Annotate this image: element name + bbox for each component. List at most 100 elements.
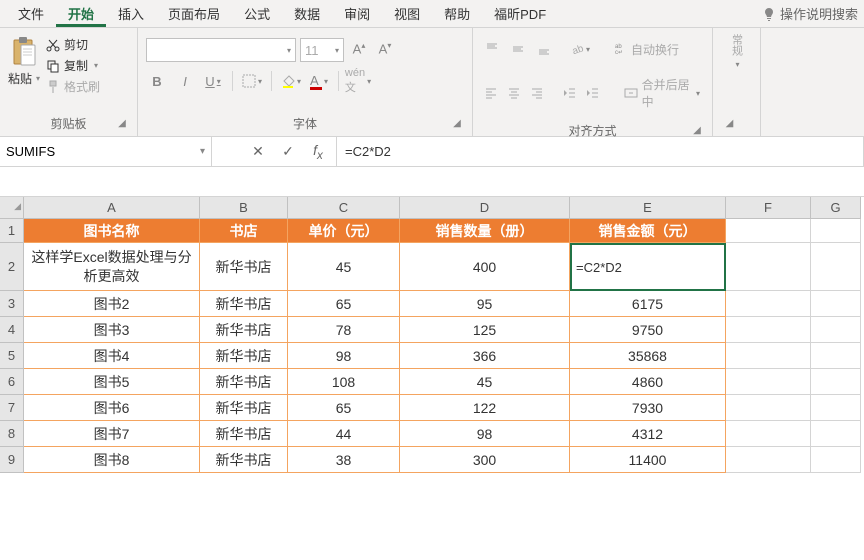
cell-C8[interactable]: 44 xyxy=(288,421,400,447)
menu-home[interactable]: 开始 xyxy=(56,0,106,27)
menu-formulas[interactable]: 公式 xyxy=(232,0,282,27)
cell-F5[interactable] xyxy=(726,343,811,369)
cell-F1[interactable] xyxy=(726,219,811,243)
decrease-indent-button[interactable] xyxy=(560,82,579,104)
cell-B3[interactable]: 新华书店 xyxy=(200,291,288,317)
cell-C7[interactable]: 65 xyxy=(288,395,400,421)
cell-E5[interactable]: 35868 xyxy=(570,343,726,369)
menu-help[interactable]: 帮助 xyxy=(432,0,482,27)
wrap-text-button[interactable]: abc↵自动换行 xyxy=(609,39,683,60)
cell-A4[interactable]: 图书3 xyxy=(24,317,200,343)
col-header-A[interactable]: A xyxy=(24,197,200,219)
cell-G6[interactable] xyxy=(811,369,861,395)
cell-D7[interactable]: 122 xyxy=(400,395,570,421)
cell-G7[interactable] xyxy=(811,395,861,421)
font-color-button[interactable]: A▾ xyxy=(308,70,330,92)
row-header-9[interactable]: 9 xyxy=(0,447,24,473)
row-header-8[interactable]: 8 xyxy=(0,421,24,447)
cell-E2-active[interactable]: =C2*D2 xyxy=(570,243,726,291)
cell-E8[interactable]: 4312 xyxy=(570,421,726,447)
cell-B4[interactable]: 新华书店 xyxy=(200,317,288,343)
cell-A9[interactable]: 图书8 xyxy=(24,447,200,473)
decrease-font-button[interactable]: A▾ xyxy=(374,38,396,60)
cell-F7[interactable] xyxy=(726,395,811,421)
cell-G8[interactable] xyxy=(811,421,861,447)
cell-B8[interactable]: 新华书店 xyxy=(200,421,288,447)
chevron-down-icon[interactable]: ▾ xyxy=(735,60,739,69)
cell-G5[interactable] xyxy=(811,343,861,369)
cell-G1[interactable] xyxy=(811,219,861,243)
cell-A6[interactable]: 图书5 xyxy=(24,369,200,395)
cell-D5[interactable]: 366 xyxy=(400,343,570,369)
cell-A2[interactable]: 这样学Excel数据处理与分析更高效 xyxy=(24,243,200,291)
cell-F4[interactable] xyxy=(726,317,811,343)
cell-A8[interactable]: 图书7 xyxy=(24,421,200,447)
menu-file[interactable]: 文件 xyxy=(6,0,56,27)
menu-insert[interactable]: 插入 xyxy=(106,0,156,27)
cell-B6[interactable]: 新华书店 xyxy=(200,369,288,395)
col-header-D[interactable]: D xyxy=(400,197,570,219)
menu-page-layout[interactable]: 页面布局 xyxy=(156,0,232,27)
cell-E7[interactable]: 7930 xyxy=(570,395,726,421)
cell-F6[interactable] xyxy=(726,369,811,395)
row-header-1[interactable]: 1 xyxy=(0,219,24,243)
copy-button[interactable]: 复制 ▾ xyxy=(46,57,100,74)
table-header-cell[interactable]: 图书名称 xyxy=(24,219,200,243)
tell-me[interactable]: 操作说明搜索 xyxy=(762,4,858,23)
row-header-7[interactable]: 7 xyxy=(0,395,24,421)
menu-review[interactable]: 审阅 xyxy=(332,0,382,27)
cell-G2[interactable] xyxy=(811,243,861,291)
fill-color-button[interactable]: ▾ xyxy=(280,70,302,92)
dialog-launcher-icon[interactable]: ◢ xyxy=(450,118,464,132)
cell-A5[interactable]: 图书4 xyxy=(24,343,200,369)
phonetic-button[interactable]: wén文▾ xyxy=(347,70,369,92)
cell-D2[interactable]: 400 xyxy=(400,243,570,291)
align-left-button[interactable] xyxy=(481,82,500,104)
cell-D3[interactable]: 95 xyxy=(400,291,570,317)
menu-view[interactable]: 视图 xyxy=(382,0,432,27)
cancel-formula-button[interactable]: ✕ xyxy=(244,139,272,165)
dialog-launcher-icon[interactable]: ◢ xyxy=(115,118,129,132)
col-header-E[interactable]: E xyxy=(570,197,726,219)
insert-function-button[interactable]: fx xyxy=(304,139,332,165)
col-header-B[interactable]: B xyxy=(200,197,288,219)
cell-B5[interactable]: 新华书店 xyxy=(200,343,288,369)
increase-font-button[interactable]: A▴ xyxy=(348,38,370,60)
col-header-C[interactable]: C xyxy=(288,197,400,219)
cell-F2[interactable] xyxy=(726,243,811,291)
merge-center-button[interactable]: 合并后居中▾ xyxy=(620,74,704,112)
table-header-cell[interactable]: 销售数量（册） xyxy=(400,219,570,243)
select-all-corner[interactable]: ◢ xyxy=(0,197,24,219)
chevron-down-icon[interactable]: ▾ xyxy=(194,146,211,157)
name-box[interactable]: ▾ xyxy=(0,137,212,166)
cell-A7[interactable]: 图书6 xyxy=(24,395,200,421)
cell-C6[interactable]: 108 xyxy=(288,369,400,395)
cell-C3[interactable]: 65 xyxy=(288,291,400,317)
cell-F9[interactable] xyxy=(726,447,811,473)
cell-C2[interactable]: 45 xyxy=(288,243,400,291)
cell-B9[interactable]: 新华书店 xyxy=(200,447,288,473)
cell-G9[interactable] xyxy=(811,447,861,473)
font-name-combo[interactable]: ▾ xyxy=(146,38,296,62)
bold-button[interactable]: B xyxy=(146,70,168,92)
cell-B2[interactable]: 新华书店 xyxy=(200,243,288,291)
border-button[interactable]: ▾ xyxy=(241,70,263,92)
row-header-4[interactable]: 4 xyxy=(0,317,24,343)
cell-E4[interactable]: 9750 xyxy=(570,317,726,343)
table-header-cell[interactable]: 书店 xyxy=(200,219,288,243)
row-header-3[interactable]: 3 xyxy=(0,291,24,317)
font-size-combo[interactable]: 11▾ xyxy=(300,38,344,62)
table-header-cell[interactable]: 销售金额（元） xyxy=(570,219,726,243)
cell-G4[interactable] xyxy=(811,317,861,343)
col-header-G[interactable]: G xyxy=(811,197,861,219)
orientation-button[interactable]: ab▾ xyxy=(569,38,591,60)
align-right-button[interactable] xyxy=(528,82,547,104)
cell-G3[interactable] xyxy=(811,291,861,317)
cell-D6[interactable]: 45 xyxy=(400,369,570,395)
menu-data[interactable]: 数据 xyxy=(282,0,332,27)
row-header-2[interactable]: 2 xyxy=(0,243,24,291)
cell-E6[interactable]: 4860 xyxy=(570,369,726,395)
cell-F8[interactable] xyxy=(726,421,811,447)
align-top-button[interactable] xyxy=(481,38,503,60)
cell-E9[interactable]: 11400 xyxy=(570,447,726,473)
